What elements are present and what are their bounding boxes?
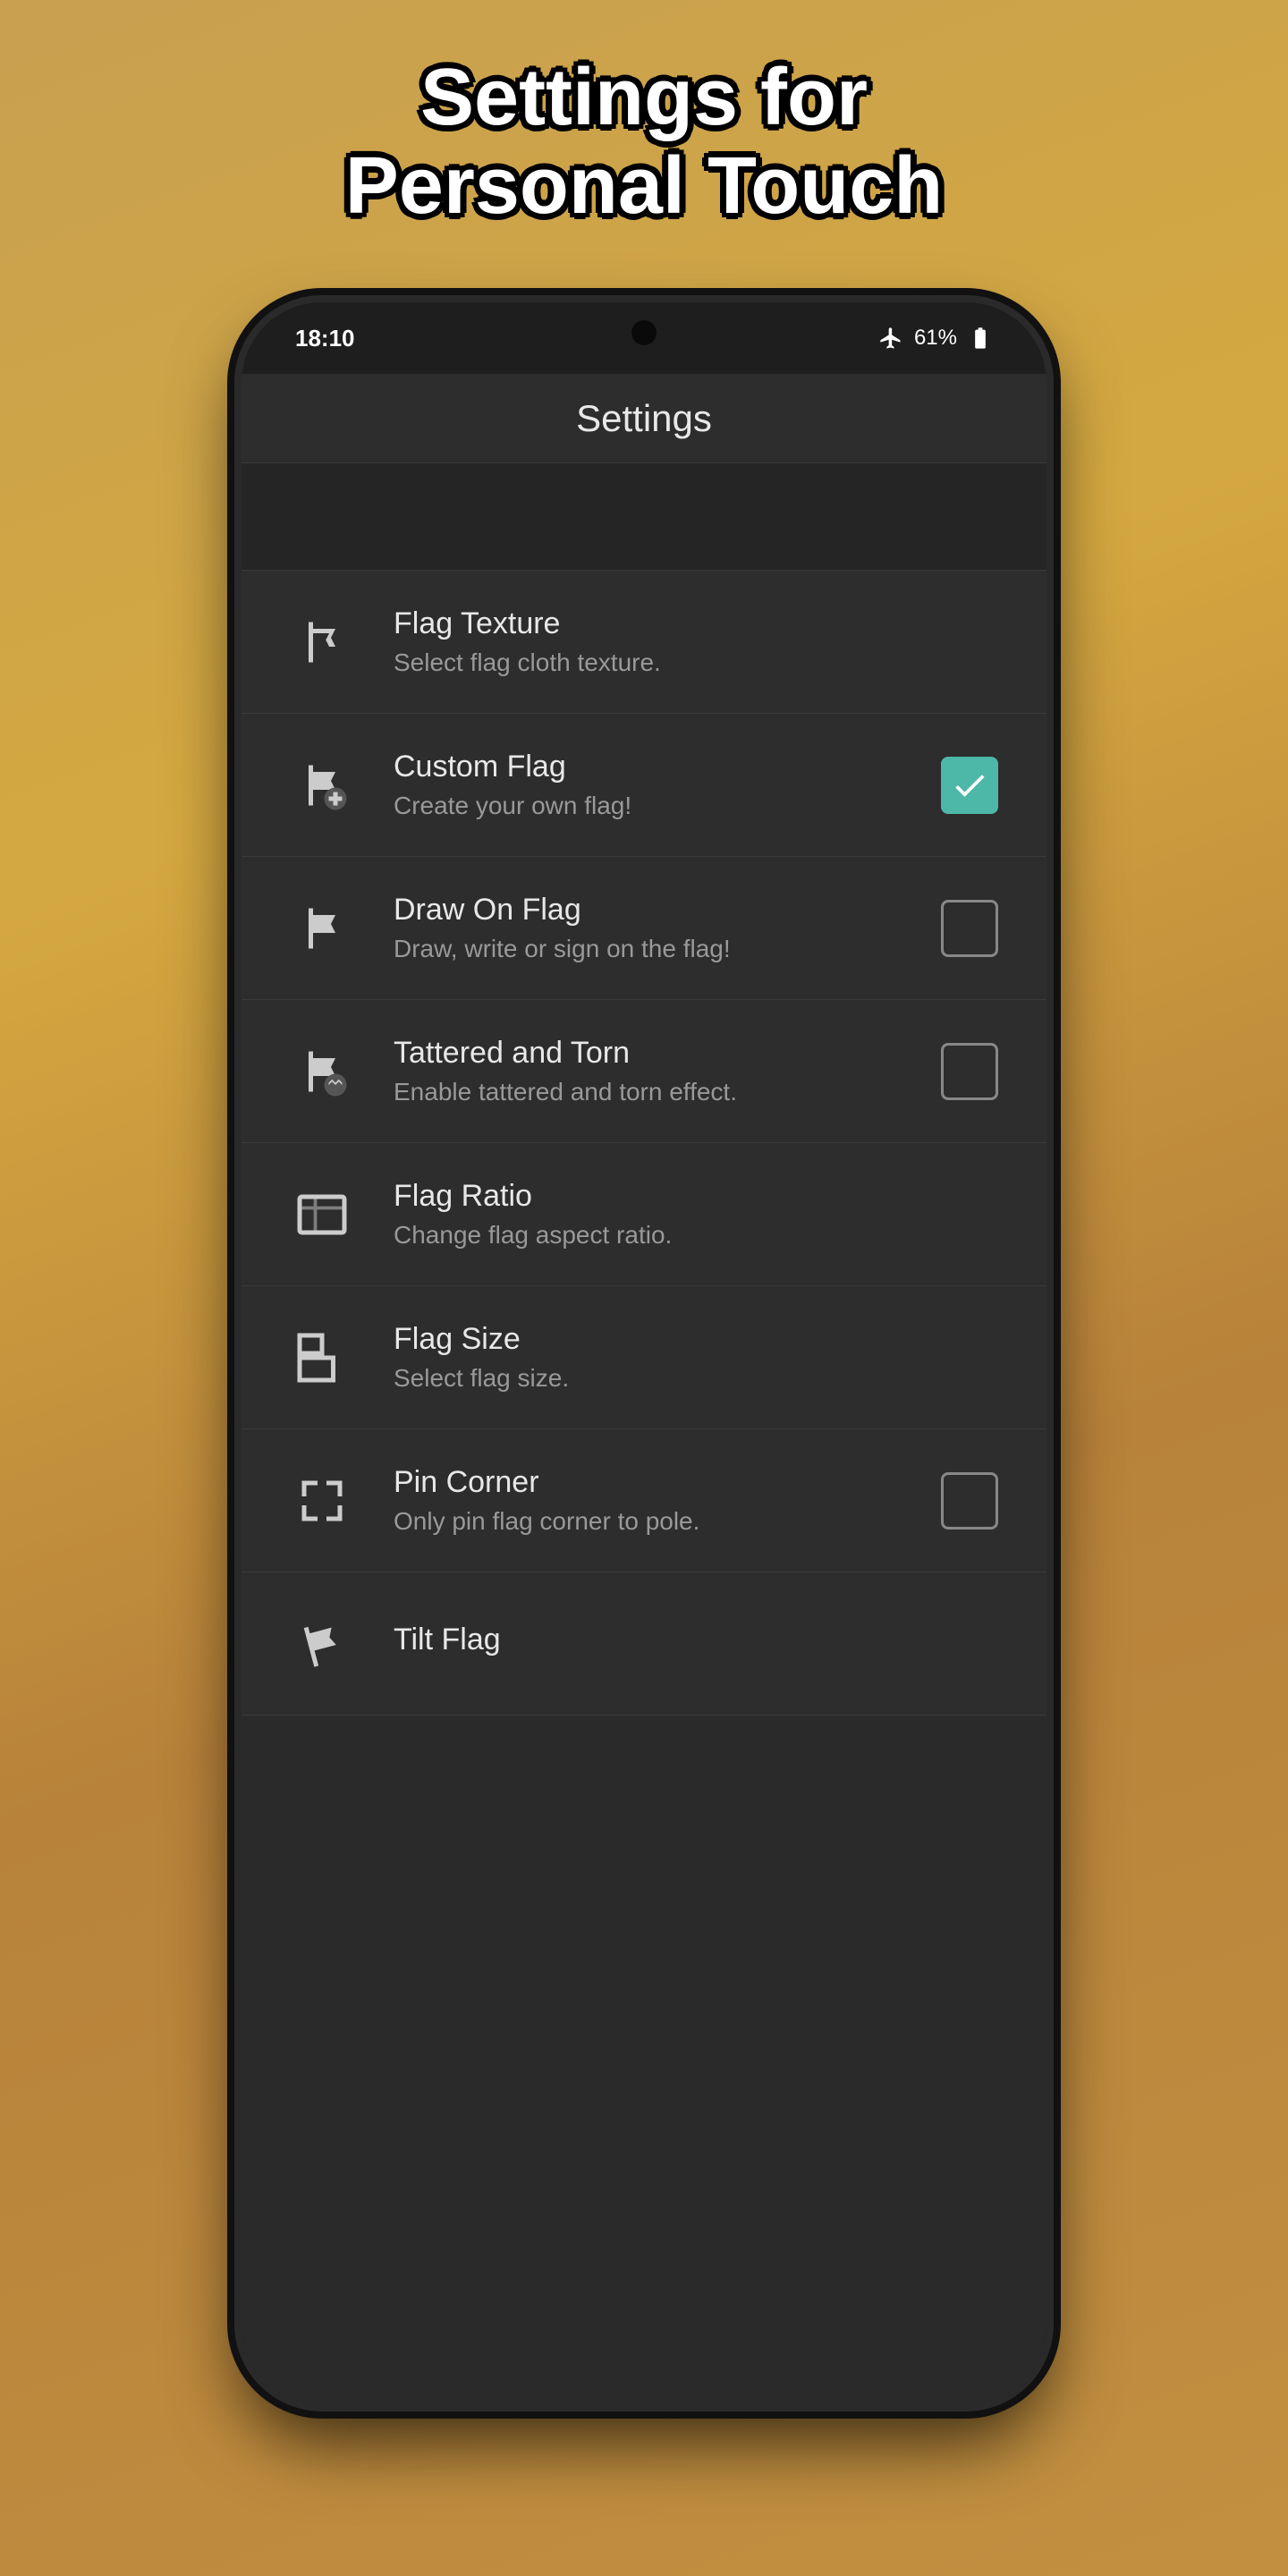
draw-on-flag-control[interactable] <box>937 896 1002 961</box>
phone-frame: 18:10 61% Settings <box>242 302 1046 2404</box>
draw-on-flag-subtitle: Draw, write or sign on the flag! <box>394 935 937 963</box>
custom-flag-text: Custom Flag Create your own flag! <box>394 750 937 820</box>
settings-item-pin-corner[interactable]: Pin Corner Only pin flag corner to pole. <box>242 1429 1046 1572</box>
app-bar-title: Settings <box>576 397 712 440</box>
flag-texture-text: Flag Texture Select flag cloth texture. <box>394 606 1002 677</box>
settings-item-draw-on-flag[interactable]: Draw On Flag Draw, write or sign on the … <box>242 857 1046 1000</box>
flag-ratio-title: Flag Ratio <box>394 1179 1002 1214</box>
settings-item-tilt-flag[interactable]: Tilt Flag <box>242 1572 1046 1716</box>
pin-corner-icon <box>286 1465 358 1537</box>
pin-corner-checkbox[interactable] <box>941 1472 998 1530</box>
settings-item-flag-ratio[interactable]: Flag Ratio Change flag aspect ratio. <box>242 1143 1046 1286</box>
flag-texture-subtitle: Select flag cloth texture. <box>394 648 1002 677</box>
flag-size-subtitle: Select flag size. <box>394 1364 1002 1393</box>
draw-flag-icon <box>286 893 358 964</box>
pin-corner-control[interactable] <box>937 1469 1002 1533</box>
flag-size-title: Flag Size <box>394 1322 1002 1357</box>
tattered-checkbox[interactable] <box>941 1043 998 1100</box>
page-header-title: Settings for Personal Touch <box>256 54 1032 231</box>
airplane-icon <box>878 326 903 351</box>
tattered-icon <box>286 1036 358 1107</box>
battery-percentage: 61% <box>914 326 957 351</box>
custom-flag-control[interactable] <box>937 753 1002 818</box>
custom-flag-subtitle: Create your own flag! <box>394 792 937 820</box>
draw-on-flag-text: Draw On Flag Draw, write or sign on the … <box>394 893 937 963</box>
tilt-flag-icon <box>286 1608 358 1680</box>
flag-ratio-icon <box>286 1179 358 1250</box>
status-time: 18:10 <box>295 325 355 352</box>
custom-flag-title: Custom Flag <box>394 750 937 784</box>
settings-item-flag-texture[interactable]: Flag Texture Select flag cloth texture. <box>242 571 1046 714</box>
tilt-flag-text: Tilt Flag <box>394 1623 1002 1665</box>
tattered-title: Tattered and Torn <box>394 1036 937 1071</box>
flag-size-text: Flag Size Select flag size. <box>394 1322 1002 1393</box>
battery-icon <box>968 326 993 351</box>
flag-texture-icon <box>286 606 358 678</box>
phone-screen: 18:10 61% Settings <box>242 302 1046 2404</box>
app-bar: Settings <box>242 374 1046 463</box>
draw-on-flag-title: Draw On Flag <box>394 893 937 928</box>
status-bar: 18:10 61% <box>242 302 1046 374</box>
tilt-flag-title: Tilt Flag <box>394 1623 1002 1657</box>
custom-flag-checkbox[interactable] <box>941 757 998 814</box>
settings-header-section <box>242 463 1046 571</box>
flag-ratio-text: Flag Ratio Change flag aspect ratio. <box>394 1179 1002 1250</box>
flag-size-icon <box>286 1322 358 1394</box>
draw-on-flag-checkbox[interactable] <box>941 900 998 957</box>
flag-texture-title: Flag Texture <box>394 606 1002 641</box>
pin-corner-subtitle: Only pin flag corner to pole. <box>394 1507 937 1536</box>
pin-corner-title: Pin Corner <box>394 1465 937 1500</box>
settings-item-flag-size[interactable]: Flag Size Select flag size. <box>242 1286 1046 1429</box>
tattered-text: Tattered and Torn Enable tattered and to… <box>394 1036 937 1106</box>
settings-list: Flag Texture Select flag cloth texture. … <box>242 571 1046 1716</box>
tattered-subtitle: Enable tattered and torn effect. <box>394 1078 937 1106</box>
settings-item-custom-flag[interactable]: Custom Flag Create your own flag! <box>242 714 1046 857</box>
tattered-control[interactable] <box>937 1039 1002 1104</box>
settings-item-tattered[interactable]: Tattered and Torn Enable tattered and to… <box>242 1000 1046 1143</box>
flag-ratio-subtitle: Change flag aspect ratio. <box>394 1221 1002 1250</box>
pin-corner-text: Pin Corner Only pin flag corner to pole. <box>394 1465 937 1536</box>
custom-flag-icon <box>286 750 358 821</box>
camera-notch <box>631 320 657 345</box>
status-icons: 61% <box>878 326 993 351</box>
